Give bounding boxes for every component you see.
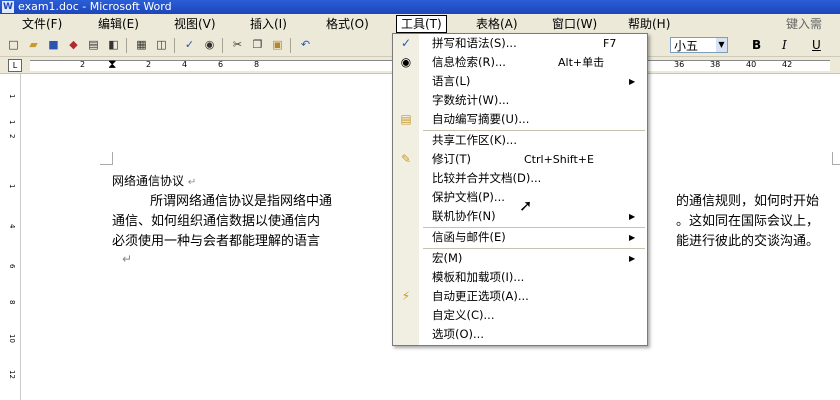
tab-selector[interactable]: L xyxy=(8,59,22,72)
vruler-tick: 1 xyxy=(8,184,16,189)
ruler-tick: 4 xyxy=(182,60,188,69)
body-line-2a: 通信、如何组织通信数据以使通信内 xyxy=(112,214,321,229)
underline-button[interactable]: U xyxy=(812,38,821,52)
body-line-3a: 必须使用一种与会者都能理解的语言 xyxy=(112,234,321,249)
menu-table[interactable]: 表格(A) xyxy=(472,16,522,32)
vruler-tick: 8 xyxy=(8,300,16,305)
menu-tools[interactable]: 工具(T) xyxy=(396,15,447,33)
permission-icon[interactable]: ◆ xyxy=(66,38,81,52)
vruler-tick: 6 xyxy=(8,264,16,269)
word-document-icon: W xyxy=(2,1,14,13)
menu-item-autosummarize[interactable]: ▤ 自动编写摘要(U)... xyxy=(393,110,647,129)
cut-icon[interactable]: ✂ xyxy=(230,38,245,52)
submenu-arrow-icon: ▶ xyxy=(629,233,636,242)
autocorrect-icon: ⚡ xyxy=(401,289,411,303)
window-title: exam1.doc - Microsoft Word xyxy=(18,0,172,13)
menu-view[interactable]: 视图(V) xyxy=(170,16,220,32)
help-search-box[interactable]: 键入需 xyxy=(786,16,822,32)
menu-item-letters-mailings[interactable]: 信函与邮件(E) ▶ xyxy=(393,228,647,247)
print-quick-icon[interactable]: ▦ xyxy=(134,38,149,52)
vruler-tick: 2 xyxy=(8,134,16,139)
font-size-select[interactable]: 小五 ▼ xyxy=(670,37,728,53)
copy-icon[interactable]: ❐ xyxy=(250,38,265,52)
research-icon[interactable]: ◉ xyxy=(202,38,217,52)
spelling-icon[interactable]: ✓ xyxy=(182,38,197,52)
vruler-tick: 4 xyxy=(8,224,16,229)
preview-icon[interactable]: ◫ xyxy=(154,38,169,52)
undo-icon[interactable]: ↶ xyxy=(298,38,313,52)
menu-item-research[interactable]: ◉ 信息检索(R)... Alt+单击 xyxy=(393,53,647,72)
save-icon[interactable]: ■ xyxy=(46,38,61,52)
indent-marker-icon[interactable]: ⧗ xyxy=(108,57,116,72)
tools-menu: ✓ 拼写和语法(S)... F7 ◉ 信息检索(R)... Alt+单击 语言(… xyxy=(392,33,648,346)
toolbar-divider xyxy=(290,38,291,53)
menu-item-language[interactable]: 语言(L) ▶ xyxy=(393,72,647,91)
margin-corner-mark xyxy=(832,152,840,165)
vruler-tick: 1 xyxy=(8,120,16,125)
submenu-arrow-icon: ▶ xyxy=(629,254,636,263)
menu-window[interactable]: 窗口(W) xyxy=(548,16,601,32)
menu-item-track-changes[interactable]: ✎ 修订(T) Ctrl+Shift+E xyxy=(393,150,647,169)
margin-corner-mark xyxy=(100,152,113,165)
body-line-2b: 。这如同在国际会议上， xyxy=(676,214,820,229)
menu-format[interactable]: 格式(O) xyxy=(322,16,373,32)
ruler-tick: 6 xyxy=(218,60,224,69)
menu-edit[interactable]: 编辑(E) xyxy=(94,16,143,32)
vertical-ruler[interactable]: 1 1 2 1 4 6 8 10 12 xyxy=(6,74,21,400)
autosummarize-icon: ▤ xyxy=(400,112,412,126)
menu-item-word-count[interactable]: 字数统计(W)... xyxy=(393,91,647,110)
menu-item-compare-merge[interactable]: 比较并合并文档(D)... xyxy=(393,169,647,188)
bold-button[interactable]: B xyxy=(752,38,761,52)
ruler-tick: 2 xyxy=(80,60,86,69)
vruler-tick: 1 xyxy=(8,94,16,99)
track-changes-icon: ✎ xyxy=(400,152,412,166)
paste-icon[interactable]: ▣ xyxy=(270,38,285,52)
ruler-tick: 42 xyxy=(782,60,793,69)
ruler-tick: 40 xyxy=(746,60,757,69)
mouse-pointer-icon: ➚ xyxy=(519,196,533,215)
body-line-1a: 所谓网络通信协议是指网络中通 xyxy=(150,194,333,209)
submenu-arrow-icon: ▶ xyxy=(629,212,636,221)
ruler-tick: 8 xyxy=(254,60,260,69)
menu-item-spelling-grammar[interactable]: ✓ 拼写和语法(S)... F7 xyxy=(393,34,647,53)
print-preview-icon[interactable]: ◧ xyxy=(106,38,121,52)
submenu-arrow-icon: ▶ xyxy=(629,77,636,86)
menu-insert[interactable]: 插入(I) xyxy=(246,16,291,32)
menu-item-macro[interactable]: 宏(M) ▶ xyxy=(393,249,647,268)
chevron-down-icon[interactable]: ▼ xyxy=(716,38,727,52)
spelling-grammar-icon: ✓ xyxy=(400,36,412,50)
italic-button[interactable]: I xyxy=(782,38,787,52)
menu-help[interactable]: 帮助(H) xyxy=(624,16,674,32)
document-heading: 网络通信协议 ↵ xyxy=(112,174,197,188)
menu-item-customize[interactable]: 自定义(C)... xyxy=(393,306,647,325)
print-icon[interactable]: ▤ xyxy=(86,38,101,52)
toolbar-divider xyxy=(222,38,223,53)
font-size-value: 小五 xyxy=(674,39,699,53)
ruler-tick: 2 xyxy=(146,60,152,69)
paragraph-mark: ↵ xyxy=(122,252,133,266)
body-line-3b: 能进行彼此的交谈沟通。 xyxy=(676,234,820,249)
title-bar: W exam1.doc - Microsoft Word xyxy=(0,0,840,14)
research-icon: ◉ xyxy=(400,55,412,69)
menu-item-options[interactable]: 选项(O)... xyxy=(393,325,647,344)
paragraph-mark: ↵ xyxy=(187,177,197,188)
menu-bar: 文件(F) 编辑(E) 视图(V) 插入(I) 格式(O) 工具(T) 表格(A… xyxy=(0,14,840,35)
vruler-tick: 12 xyxy=(8,370,16,379)
menu-item-templates-addins[interactable]: 模板和加载项(I)... xyxy=(393,268,647,287)
ruler-tick: 36 xyxy=(674,60,685,69)
menu-item-autocorrect[interactable]: ⚡ 自动更正选项(A)... xyxy=(393,287,647,306)
toolbar-divider xyxy=(126,38,127,53)
new-document-icon[interactable]: □ xyxy=(6,38,21,52)
toolbar-divider xyxy=(174,38,175,53)
menu-file[interactable]: 文件(F) xyxy=(18,16,66,32)
menu-item-shared-workspace[interactable]: 共享工作区(K)... xyxy=(393,131,647,150)
body-line-1b: 的通信规则，如何时开始 xyxy=(676,194,820,209)
open-folder-icon[interactable]: ▰ xyxy=(26,38,41,52)
ruler-tick: 38 xyxy=(710,60,721,69)
vruler-tick: 10 xyxy=(8,334,16,343)
